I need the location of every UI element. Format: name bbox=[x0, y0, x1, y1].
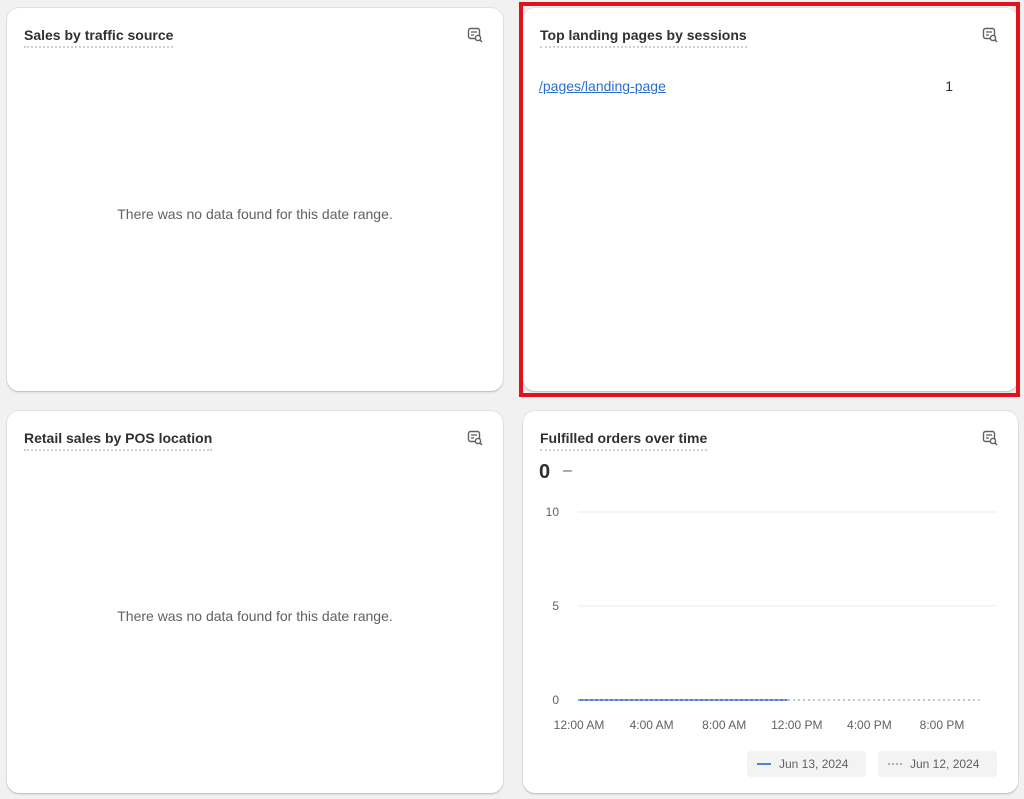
legend-label: Jun 13, 2024 bbox=[779, 757, 849, 771]
card-title[interactable]: Sales by traffic source bbox=[24, 27, 174, 48]
x-tick-label: 12:00 AM bbox=[554, 718, 605, 732]
x-tick-label: 8:00 AM bbox=[702, 718, 746, 732]
table-row: /pages/landing-page 1 bbox=[539, 78, 1002, 98]
y-tick-label: 5 bbox=[552, 599, 559, 613]
card-title[interactable]: Retail sales by POS location bbox=[24, 430, 213, 451]
landing-page-link[interactable]: /pages/landing-page bbox=[539, 78, 666, 94]
sales-by-traffic-source-card: Sales by traffic source There was no dat… bbox=[7, 8, 503, 391]
y-tick-label: 0 bbox=[552, 693, 559, 707]
x-tick-label: 4:00 PM bbox=[847, 718, 892, 732]
y-tick-label: 10 bbox=[546, 505, 560, 519]
card-title[interactable]: Top landing pages by sessions bbox=[540, 27, 747, 48]
explore-data-icon[interactable] bbox=[467, 27, 483, 43]
empty-state-message: There was no data found for this date ra… bbox=[117, 608, 393, 624]
top-landing-pages-card: Top landing pages by sessions /pages/lan… bbox=[523, 8, 1018, 391]
legend-solid-swatch bbox=[757, 763, 771, 765]
explore-data-icon[interactable] bbox=[982, 27, 998, 43]
legend-dotted-swatch bbox=[888, 763, 902, 765]
explore-data-icon[interactable] bbox=[467, 430, 483, 446]
fulfilled-orders-over-time-card: Fulfilled orders over time 0 – 0 5 10 12:00… bbox=[523, 411, 1018, 793]
fulfilled-orders-chart: 0 5 10 12:00 AM 4:00 AM 8:00 AM 12:00 PM 4:00 P… bbox=[546, 505, 997, 732]
empty-state-message: There was no data found for this date ra… bbox=[117, 206, 393, 222]
x-tick-label: 12:00 PM bbox=[771, 718, 822, 732]
x-tick-label: 8:00 PM bbox=[920, 718, 965, 732]
x-tick-label: 4:00 AM bbox=[630, 718, 674, 732]
retail-sales-by-pos-location-card: Retail sales by POS location There was n… bbox=[7, 411, 503, 793]
legend-item-previous[interactable]: Jun 12, 2024 bbox=[878, 751, 997, 777]
legend-label: Jun 12, 2024 bbox=[910, 757, 980, 771]
legend-item-current[interactable]: Jun 13, 2024 bbox=[747, 751, 866, 777]
sessions-value: 1 bbox=[945, 78, 953, 94]
